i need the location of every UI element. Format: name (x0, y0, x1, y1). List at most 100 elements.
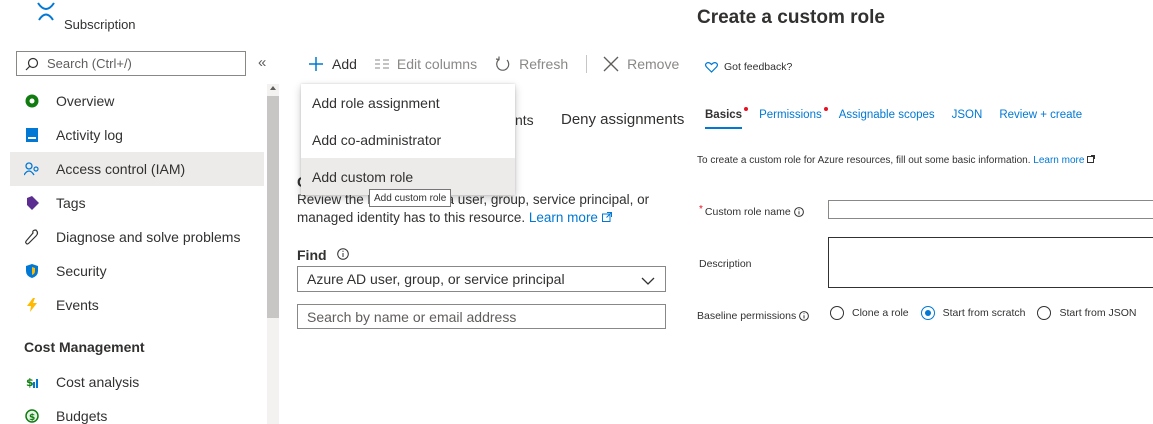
tab-deny-assignments[interactable]: Deny assignments (561, 111, 684, 128)
wrench-icon (24, 229, 40, 245)
member-search-input[interactable] (307, 305, 665, 328)
tab-permissions[interactable]: Permissions (759, 107, 828, 129)
intro-text-body: To create a custom role for Azure resour… (697, 155, 1031, 166)
sidebar-item-label: Diagnose and solve problems (56, 229, 241, 245)
role-name-input[interactable] (829, 202, 1153, 220)
tab-label: Permissions (759, 109, 822, 121)
required-dot (823, 107, 828, 111)
sidebar-item-label: Activity log (56, 127, 123, 143)
section-header-cost-management: Cost Management (24, 339, 145, 355)
external-link-icon (1087, 155, 1096, 166)
radio-label: Start from JSON (1059, 307, 1137, 319)
edit-columns-label: Edit columns (396, 56, 478, 72)
feedback-link[interactable]: Got feedback? (705, 61, 792, 73)
sidebar-scroll-thumb[interactable] (267, 96, 279, 318)
search-icon (25, 57, 39, 71)
lightning-icon (24, 297, 40, 313)
refresh-icon (495, 56, 511, 72)
wizard-tabs: Basics Permissions Assignable scopes JSO… (705, 107, 1099, 129)
sidebar-item-budgets[interactable]: $ Budgets (10, 399, 264, 424)
remove-button[interactable]: Remove (603, 56, 679, 72)
sidebar-item-tags[interactable]: Tags (10, 186, 264, 220)
description-textarea[interactable] (829, 238, 1153, 287)
info-icon[interactable] (336, 247, 349, 263)
radio-label: Clone a role (852, 307, 909, 319)
add-button[interactable]: Add (308, 56, 357, 72)
learn-more-link[interactable]: Learn more (529, 210, 598, 225)
tab-basics[interactable]: Basics (705, 107, 749, 129)
sidebar-item-iam[interactable]: Access control (IAM) (10, 152, 264, 186)
refresh-label: Refresh (519, 56, 569, 72)
toolbar: Add Edit columns Refresh Remove (308, 53, 697, 75)
sidebar-item-label: Overview (56, 93, 115, 109)
sidebar-item-label: Tags (56, 195, 86, 211)
shield-icon (24, 263, 40, 279)
sidebar-item-diagnose[interactable]: Diagnose and solve problems (10, 220, 264, 254)
add-label: Add (332, 56, 357, 72)
left-pane: Subscription « Overview Activity log Acc… (0, 0, 283, 424)
role-name-label: * Custom role name (699, 203, 804, 218)
radio-label: Start from scratch (942, 307, 1026, 319)
menu-item-add-co-administrator[interactable]: Add co-administrator (301, 121, 515, 158)
menu-item-add-role-assignment[interactable]: Add role assignment (301, 84, 515, 121)
feedback-label: Got feedback? (724, 61, 793, 73)
sidebar-item-label: Access control (IAM) (56, 161, 186, 177)
tab-review-create[interactable]: Review + create (999, 109, 1082, 129)
required-asterisk: * (699, 203, 703, 215)
cost-analysis-icon: $ (24, 374, 40, 390)
radio-circle[interactable] (830, 306, 844, 320)
close-icon (603, 56, 619, 72)
required-dot (744, 107, 749, 111)
collapse-icon[interactable]: « (258, 54, 266, 71)
budgets-icon: $ (24, 408, 40, 424)
sidebar-item-cost-analysis[interactable]: $ Cost analysis (10, 365, 264, 399)
baseline-label: Baseline permissions (697, 310, 810, 322)
sidebar-item-events[interactable]: Events (10, 288, 264, 322)
review-text-line2-text: managed identity has to this resource. (297, 210, 526, 225)
sidebar-item-label: Budgets (56, 408, 108, 424)
remove-label: Remove (627, 56, 680, 72)
find-select[interactable]: Azure AD user, group, or service princip… (297, 266, 666, 292)
radio-circle-selected[interactable] (920, 306, 935, 320)
subscription-label: Subscription (64, 17, 136, 32)
columns-icon (374, 58, 389, 70)
description-label: Description (699, 258, 752, 270)
baseline-radio-group: Clone a role Start from scratch Start fr… (830, 306, 1149, 320)
tab-json[interactable]: JSON (952, 109, 983, 129)
radio-start-from-json[interactable]: Start from JSON (1037, 306, 1137, 320)
sidebar-item-overview[interactable]: Overview (10, 84, 264, 118)
svg-text:$: $ (29, 413, 35, 423)
tab-role-assignments[interactable]: nts (515, 112, 534, 128)
toolbar-divider (586, 55, 588, 73)
scroll-up-icon[interactable] (270, 86, 276, 90)
sidebar-item-activity-log[interactable]: Activity log (10, 118, 264, 152)
info-icon[interactable] (793, 207, 804, 217)
info-icon[interactable] (799, 311, 810, 321)
sidebar-item-label: Cost analysis (56, 374, 140, 390)
find-select-value: Azure AD user, group, or service princip… (307, 271, 565, 287)
description-field[interactable] (828, 237, 1153, 288)
tab-label: Assignable scopes (838, 109, 935, 121)
member-search-field[interactable] (297, 304, 666, 329)
radio-start-from-scratch[interactable]: Start from scratch (920, 306, 1026, 320)
sidebar-item-label: Events (56, 297, 99, 313)
intro-learn-more-link[interactable]: Learn more (1033, 155, 1084, 166)
activity-log-icon (24, 127, 40, 143)
role-name-label-text: Custom role name (704, 206, 791, 218)
search-input[interactable] (47, 56, 227, 71)
tab-label: Review + create (999, 109, 1083, 121)
tab-assignable-scopes[interactable]: Assignable scopes (839, 109, 935, 129)
radio-circle[interactable] (1037, 306, 1052, 320)
edit-columns-button[interactable]: Edit columns (374, 56, 478, 72)
find-label-text: Find (297, 247, 327, 263)
chevron-down-icon (641, 273, 655, 289)
iam-icon (24, 161, 40, 177)
refresh-button[interactable]: Refresh (495, 56, 568, 72)
plus-icon (308, 56, 324, 72)
search-box[interactable] (16, 51, 246, 76)
tooltip: Add custom role (369, 189, 452, 207)
role-name-field[interactable] (828, 200, 1153, 220)
sidebar-item-security[interactable]: Security (10, 254, 264, 288)
radio-clone-role[interactable]: Clone a role (830, 306, 909, 320)
review-text-line2: managed identity has to this resource. L… (297, 210, 612, 225)
